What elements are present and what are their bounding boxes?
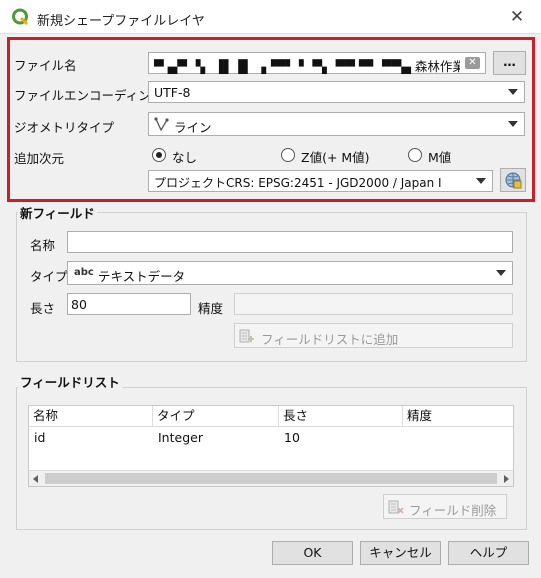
clear-text-icon[interactable]: ✕ (465, 57, 480, 69)
column-header-precision[interactable]: 精度 (403, 406, 513, 426)
help-button[interactable]: ヘルプ (448, 541, 529, 565)
crs-value: プロジェクトCRS: EPSG:2451 - JGD2000 / Japan I (154, 176, 442, 190)
encoding-value: UTF-8 (154, 85, 191, 100)
field-table-header: 名称 タイプ 長さ 精度 (29, 406, 513, 427)
qgis-logo-icon (12, 8, 29, 26)
delete-field-icon (388, 500, 404, 514)
column-header-length[interactable]: 長さ (279, 406, 403, 426)
column-header-type[interactable]: タイプ (153, 406, 279, 426)
line-geometry-icon (154, 117, 169, 132)
field-list-group-title: フィールドリスト (18, 372, 122, 391)
geometry-type-label: ジオメトリタイプ (14, 120, 115, 135)
field-name-label: 名称 (30, 238, 56, 253)
add-field-icon (239, 329, 254, 343)
chevron-down-icon (508, 121, 518, 127)
column-header-name[interactable]: 名称 (29, 406, 153, 426)
field-length-label: 長さ (30, 301, 56, 316)
crs-picker-button[interactable] (500, 168, 526, 192)
file-name-input[interactable]: ▀ ▄▀ ▝▖ ▐▌▐▌ ▗▝▀▘ ▘ ▀▖ ▀▀ ▀▘ ▀▀▄ 森林作業道.s… (148, 52, 486, 74)
geometry-type-value: ライン (174, 120, 212, 135)
dimension-zm-radio[interactable] (281, 148, 295, 162)
chevron-down-icon (496, 270, 506, 276)
cell-length: 10 (284, 430, 300, 445)
field-type-label: タイプ (30, 269, 68, 284)
field-name-input[interactable] (67, 231, 513, 253)
chevron-down-icon (476, 178, 486, 184)
cancel-button[interactable]: キャンセル (360, 541, 441, 565)
crs-select[interactable]: プロジェクトCRS: EPSG:2451 - JGD2000 / Japan I (148, 170, 493, 192)
file-name-label: ファイル名 (14, 58, 77, 73)
chevron-down-icon (508, 89, 518, 95)
scroll-left-icon[interactable] (33, 475, 38, 483)
text-type-icon: abc (74, 267, 94, 278)
scroll-right-icon[interactable] (504, 475, 509, 483)
field-type-value: テキストデータ (98, 269, 186, 284)
delete-field-label: フィールド削除 (409, 503, 497, 518)
dimension-zm-label: Z値(+ M値) (301, 150, 370, 165)
close-icon[interactable]: ✕ (507, 7, 527, 27)
delete-field-button[interactable]: フィールド削除 (383, 494, 507, 519)
table-row[interactable]: id Integer 10 (29, 428, 513, 448)
horizontal-scrollbar[interactable] (29, 470, 513, 486)
new-field-group-title: 新フィールド (18, 203, 97, 222)
encoding-label: ファイルエンコーディング (14, 88, 164, 103)
field-length-value: 80 (71, 297, 87, 312)
browse-file-button[interactable]: … (493, 51, 526, 75)
ok-button[interactable]: OK (272, 541, 353, 565)
scrollbar-thumb[interactable] (45, 473, 497, 484)
file-name-text: ▀ ▄▀ ▝▖ ▐▌▐▌ ▗▝▀▘ ▘ ▀▖ ▀▀ ▀▘ ▀▀▄ 森林作業道.s… (154, 59, 460, 74)
window-title: 新規シェープファイルレイヤ (37, 14, 205, 29)
field-precision-input[interactable] (234, 293, 513, 315)
encoding-select[interactable]: UTF-8 (148, 81, 525, 103)
cell-name: id (34, 430, 46, 445)
field-precision-label: 精度 (198, 301, 224, 316)
dimension-label: 追加次元 (14, 151, 65, 166)
add-to-field-list-label: フィールドリストに追加 (261, 332, 399, 347)
dimension-none-label: なし (172, 150, 198, 165)
globe-crs-icon (505, 172, 522, 189)
field-table: 名称 タイプ 長さ 精度 id Integer 10 (28, 405, 514, 487)
field-type-select[interactable]: abc テキストデータ (67, 261, 513, 285)
dimension-m-radio[interactable] (408, 148, 422, 162)
geometry-type-select[interactable]: ライン (148, 112, 525, 136)
field-length-input[interactable]: 80 (67, 293, 191, 315)
dimension-none-radio[interactable] (152, 148, 166, 162)
dimension-m-label: M値 (428, 150, 452, 165)
add-to-field-list-button[interactable]: フィールドリストに追加 (234, 323, 513, 348)
cell-type: Integer (158, 430, 203, 445)
